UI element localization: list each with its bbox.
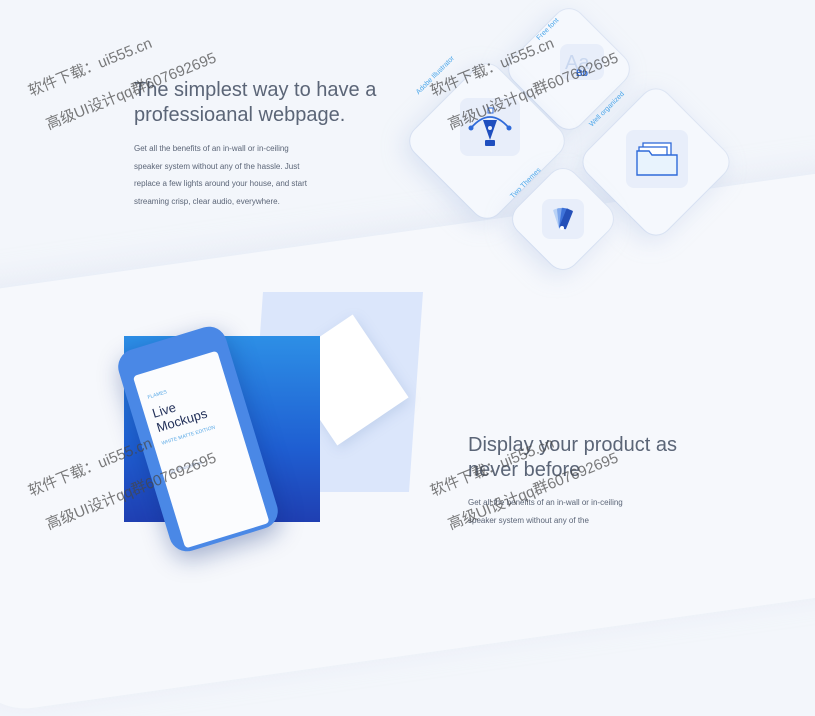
- folder-icon: [626, 130, 688, 188]
- hero-description: Get all the benefits of an in-wall or in…: [134, 144, 307, 206]
- color-swatches-icon: [542, 199, 584, 239]
- section2-title: Display your product as never before: [468, 434, 677, 481]
- font-icon-text: Bb: [576, 68, 588, 78]
- pen-tool-icon: [460, 98, 520, 156]
- section2-description: Get all the benefits of an in-wall or in…: [468, 498, 623, 525]
- mockup-credit: by iPhonePhot: [169, 460, 203, 476]
- mockup-small-top: FLAMES: [146, 389, 168, 401]
- font-icon: Aa Bb: [560, 44, 604, 80]
- feature-label-illustrator: Adobe Illustrator: [414, 54, 456, 97]
- hero-title: The simplest way to have a professioanal…: [134, 79, 377, 126]
